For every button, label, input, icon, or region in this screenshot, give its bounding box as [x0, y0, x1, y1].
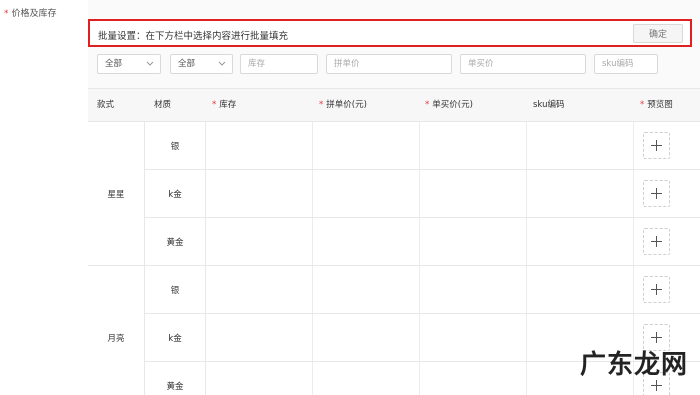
plus-icon: [651, 380, 662, 391]
header-preview: * 预览图: [640, 89, 673, 122]
single-price-input[interactable]: 单买价: [460, 54, 586, 74]
header-material: 材质: [154, 100, 172, 110]
single-price-cell[interactable]: [420, 362, 527, 395]
header-style: 款式: [97, 100, 115, 110]
material-cell: k金: [145, 314, 206, 361]
batch-filters: 全部 全部 库存 拼单价 单买价 sku编码: [0, 54, 700, 74]
table-row: 黄金: [145, 218, 700, 266]
group-price-cell[interactable]: [313, 170, 420, 217]
sku-price-stock-form: * 价格及库存 批量设置：在下方栏中选择内容进行批量填充 确定 全部 全部 库存 …: [0, 0, 700, 395]
stock-cell[interactable]: [206, 266, 313, 313]
required-mark: *: [425, 100, 430, 110]
upload-image-button[interactable]: [643, 132, 670, 159]
chevron-down-icon: [218, 61, 226, 66]
material-cell: 银: [145, 266, 206, 313]
confirm-button[interactable]: 确定: [633, 24, 683, 43]
group-price-cell[interactable]: [313, 314, 420, 361]
stock-cell[interactable]: [206, 170, 313, 217]
field-label-text: 价格及库存: [11, 9, 57, 19]
single-price-cell[interactable]: [420, 122, 527, 169]
sku-cell[interactable]: [527, 170, 634, 217]
plus-icon: [651, 284, 662, 295]
upload-image-button[interactable]: [643, 276, 670, 303]
single-price-cell[interactable]: [420, 314, 527, 361]
table-row: k金: [145, 170, 700, 218]
required-mark: *: [212, 100, 217, 110]
table-header: 款式 材质 * 库存 * 拼单价(元) * 单买价(元) sku编码 * 预览图: [88, 88, 700, 122]
required-mark: *: [319, 100, 324, 110]
material-cell: 银: [145, 122, 206, 169]
sku-cell[interactable]: [527, 266, 634, 313]
batch-setting-bar: 批量设置：在下方栏中选择内容进行批量填充 确定: [88, 19, 692, 47]
material-cell: 黄金: [145, 218, 206, 265]
stock-cell[interactable]: [206, 218, 313, 265]
stock-cell[interactable]: [206, 314, 313, 361]
group-price-input[interactable]: 拼单价: [326, 54, 452, 74]
style-cell: 月亮: [88, 266, 145, 395]
material-cell: k金: [145, 170, 206, 217]
stock-cell[interactable]: [206, 362, 313, 395]
material-select-value: 全部: [178, 59, 196, 69]
chevron-down-icon: [146, 61, 154, 66]
header-group-price: * 拼单价(元): [319, 89, 367, 122]
sku-cell[interactable]: [527, 122, 634, 169]
field-label: * 价格及库存: [4, 6, 57, 19]
sku-input[interactable]: sku编码: [594, 54, 658, 74]
batch-setting-label: 批量设置：在下方栏中选择内容进行批量填充: [98, 31, 289, 42]
required-mark: *: [640, 100, 645, 110]
style-cell: 星星: [88, 122, 145, 266]
header-sku: sku编码: [533, 100, 565, 110]
plus-icon: [651, 332, 662, 343]
header-stock-text: 库存: [219, 100, 237, 110]
single-price-cell[interactable]: [420, 218, 527, 265]
header-stock: * 库存: [212, 89, 236, 122]
material-select[interactable]: 全部: [170, 54, 233, 74]
table-row: 银: [145, 266, 700, 314]
required-mark: *: [4, 9, 9, 19]
single-price-cell[interactable]: [420, 266, 527, 313]
header-single-price: * 单买价(元): [425, 89, 473, 122]
header-group-price-text: 拼单价(元): [326, 100, 367, 110]
group-price-cell[interactable]: [313, 266, 420, 313]
plus-icon: [651, 188, 662, 199]
stock-input[interactable]: 库存: [240, 54, 318, 74]
group-price-cell[interactable]: [313, 362, 420, 395]
material-cell: 黄金: [145, 362, 206, 395]
plus-icon: [651, 140, 662, 151]
single-price-cell[interactable]: [420, 170, 527, 217]
style-select-value: 全部: [105, 59, 123, 69]
style-select[interactable]: 全部: [97, 54, 161, 74]
upload-image-button[interactable]: [643, 180, 670, 207]
table-row: 银: [145, 122, 700, 170]
header-single-price-text: 单买价(元): [432, 100, 473, 110]
plus-icon: [651, 236, 662, 247]
watermark: 广东龙网: [579, 350, 688, 380]
header-preview-text: 预览图: [647, 100, 673, 110]
stock-cell[interactable]: [206, 122, 313, 169]
group-price-cell[interactable]: [313, 218, 420, 265]
sku-cell[interactable]: [527, 218, 634, 265]
upload-image-button[interactable]: [643, 228, 670, 255]
group-price-cell[interactable]: [313, 122, 420, 169]
